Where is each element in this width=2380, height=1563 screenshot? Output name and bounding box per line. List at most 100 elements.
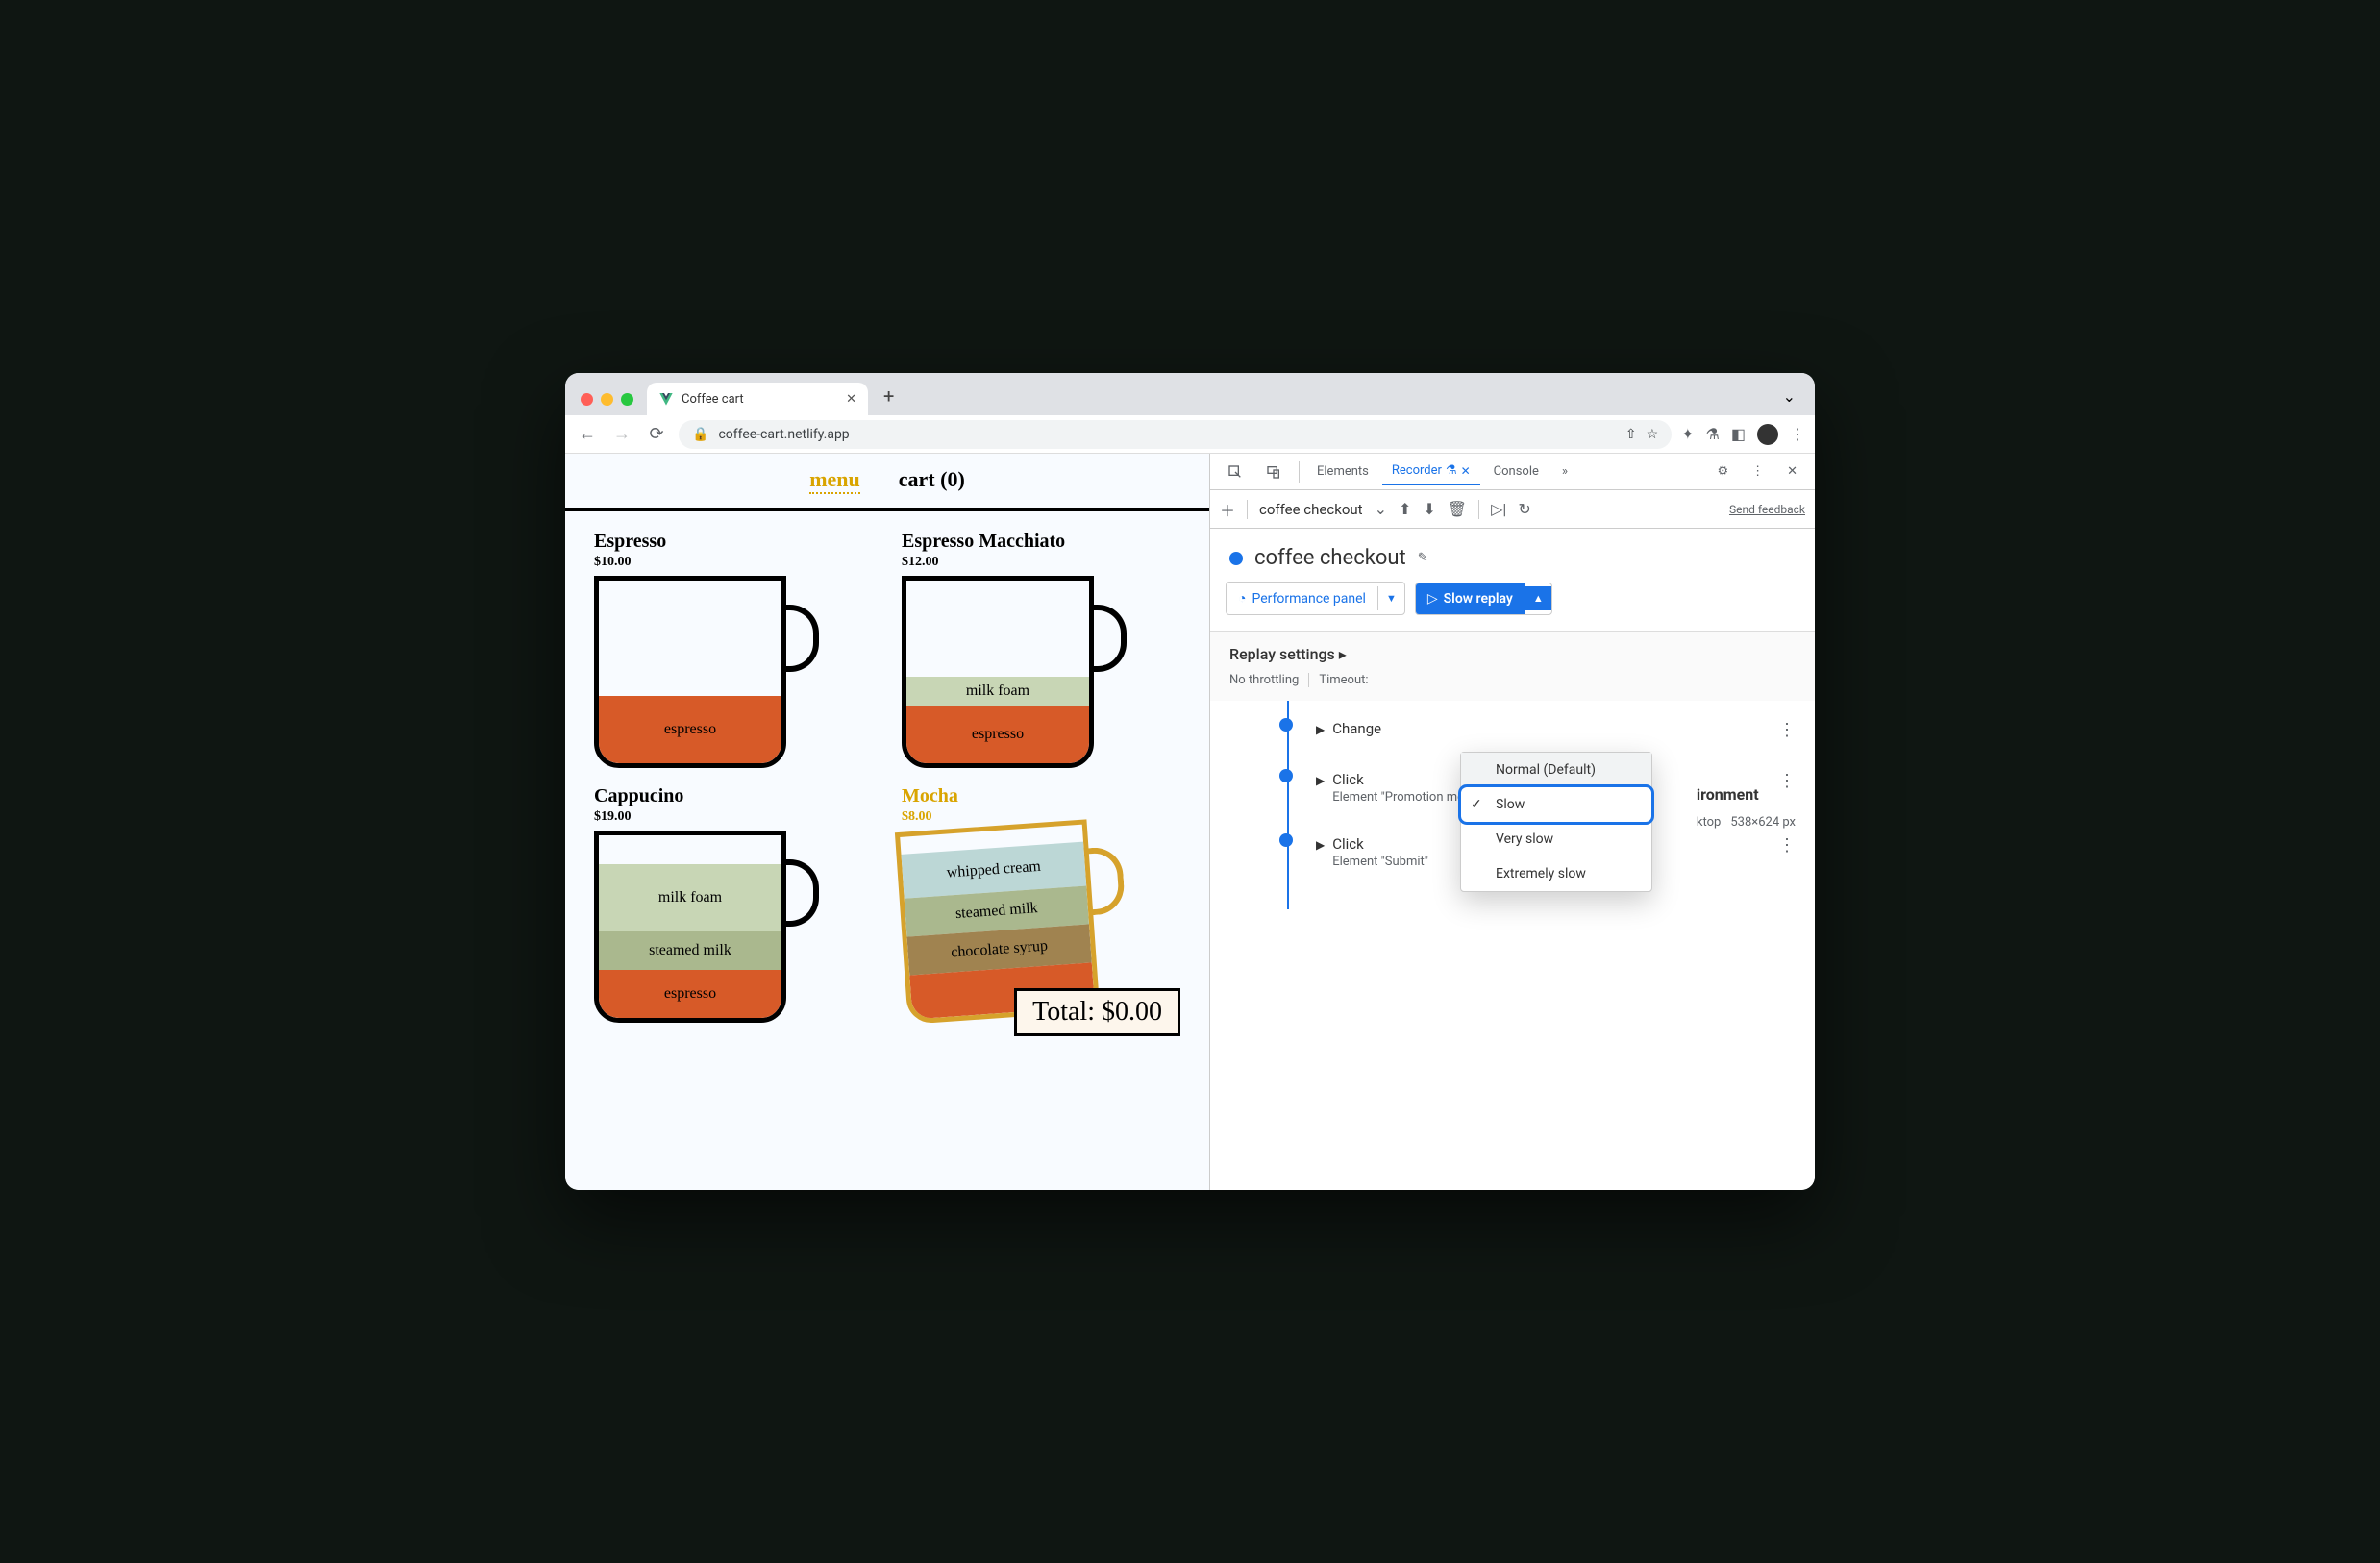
product-mocha[interactable]: Mocha$8.00chocolate syrupsteamed milkwhi… — [902, 785, 1180, 1023]
step-replay-icon[interactable]: ▷| — [1491, 500, 1506, 518]
layer: steamed milk — [599, 931, 781, 970]
layer: espresso — [599, 696, 781, 763]
nav-cart-link[interactable]: cart (0) — [899, 467, 965, 494]
performance-panel-button[interactable]: ◔Performance panel ▼ — [1226, 582, 1405, 615]
tab-console[interactable]: Console — [1484, 459, 1549, 484]
layer: espresso — [599, 970, 781, 1018]
inspect-icon[interactable] — [1218, 459, 1252, 485]
lock-icon: 🔒 — [692, 427, 708, 442]
recording-title: coffee checkout — [1254, 546, 1406, 570]
product-espresso-macchiato[interactable]: Espresso Macchiato$12.00espressomilk foa… — [902, 531, 1180, 768]
share-icon[interactable]: ⇧ — [1625, 427, 1637, 442]
menu-item-slow[interactable]: ✓ Slow — [1461, 787, 1651, 822]
maximize-window-icon[interactable] — [621, 393, 633, 406]
cup-graphic: espressosteamed milkmilk foam — [594, 831, 815, 1023]
minimize-window-icon[interactable] — [601, 393, 613, 406]
window-controls — [575, 393, 639, 415]
action-buttons: ◔Performance panel ▼ ▷Slow replay ▲ — [1210, 582, 1815, 631]
layer: espresso — [906, 706, 1089, 763]
browser-toolbar: ← → ⟳ 🔒 coffee-cart.netlify.app ⇧ ☆ ✦ ⚗ … — [565, 415, 1815, 454]
devtools-tabs: Elements Recorder ⚗ ✕ Console » ⚙ ⋮ ✕ — [1210, 454, 1815, 490]
chevron-right-icon[interactable]: ▸ — [1339, 645, 1347, 663]
step-title: Change — [1332, 720, 1771, 737]
tab-title: Coffee cart — [682, 392, 744, 407]
delete-icon[interactable]: 🗑 — [1448, 500, 1467, 518]
send-feedback-link[interactable]: Send feedback — [1729, 503, 1805, 516]
product-name: Mocha — [902, 785, 1180, 807]
star-icon[interactable]: ☆ — [1647, 427, 1659, 442]
recording-dropdown-icon[interactable]: ⌄ — [1375, 500, 1387, 518]
step-kebab-icon[interactable]: ⋮ — [1778, 720, 1796, 740]
tab-overflow-icon[interactable]: ⌄ — [1773, 378, 1805, 415]
labs-icon[interactable]: ⚗ — [1706, 425, 1720, 443]
recording-select[interactable]: coffee checkout — [1259, 501, 1363, 518]
edit-title-icon[interactable]: ✎ — [1418, 551, 1428, 565]
page-content: menu cart (0) Espresso$10.00espressoEspr… — [565, 454, 1209, 1190]
step-bullet-icon — [1279, 833, 1293, 847]
menu-item-normal[interactable]: Normal (Default) — [1461, 753, 1651, 787]
forward-button[interactable]: → — [609, 424, 634, 444]
perf-dropdown-icon[interactable]: ▼ — [1377, 586, 1404, 610]
record-indicator-icon — [1229, 552, 1243, 565]
more-tabs-icon[interactable]: » — [1552, 459, 1577, 484]
product-price: $19.00 — [594, 809, 873, 825]
import-icon[interactable]: ⬇ — [1423, 500, 1435, 518]
new-recording-button[interactable]: ＋ — [1220, 498, 1235, 521]
back-button[interactable]: ← — [575, 424, 600, 444]
chevron-right-icon[interactable]: ▶ — [1316, 838, 1325, 852]
vue-favicon-icon — [658, 391, 674, 407]
menu-item-extremely-slow[interactable]: Extremely slow — [1461, 856, 1651, 891]
product-cappucino[interactable]: Cappucino $19.00 espressosteamed milkmilk … — [594, 785, 873, 1023]
product-espresso[interactable]: Espresso $10.00 espresso — [594, 531, 873, 768]
devtools-kebab-icon[interactable]: ⋮ — [1742, 459, 1773, 484]
replay-settings: Replay settings ▸ No throttling Timeout: — [1210, 631, 1815, 701]
address-bar[interactable]: 🔒 coffee-cart.netlify.app ⇧ ☆ — [679, 420, 1672, 449]
profile-avatar[interactable] — [1757, 424, 1778, 445]
layer: milk foam — [906, 677, 1089, 706]
browser-tab[interactable]: Coffee cart ✕ — [647, 383, 868, 415]
panel-icon[interactable]: ◧ — [1731, 425, 1746, 443]
step-kebab-icon[interactable]: ⋮ — [1778, 771, 1796, 791]
tab-recorder[interactable]: Recorder ⚗ ✕ — [1382, 458, 1480, 485]
layer: milk foam — [599, 864, 781, 931]
devtools-panel: Elements Recorder ⚗ ✕ Console » ⚙ ⋮ ✕ ＋ … — [1209, 454, 1815, 1190]
settings-gear-icon[interactable]: ⚙ — [1707, 459, 1738, 484]
nav-menu-link[interactable]: menu — [809, 467, 860, 494]
cup-graphic: espressomilk foam — [902, 576, 1123, 768]
chevron-right-icon[interactable]: ▶ — [1316, 774, 1325, 787]
step-kebab-icon[interactable]: ⋮ — [1778, 835, 1796, 856]
reload-button[interactable]: ⟳ — [644, 424, 669, 444]
tab-strip: Coffee cart ✕ + ⌄ — [565, 373, 1815, 415]
device-toggle-icon[interactable] — [1256, 459, 1291, 485]
close-window-icon[interactable] — [581, 393, 593, 406]
product-name: Cappucino — [594, 785, 873, 807]
tab-elements[interactable]: Elements — [1307, 459, 1378, 484]
menu-item-very-slow[interactable]: Very slow — [1461, 822, 1651, 856]
recording-title-area: coffee checkout ✎ — [1210, 529, 1815, 582]
play-icon: ▷ — [1427, 591, 1438, 607]
devtools-close-icon[interactable]: ✕ — [1777, 459, 1807, 484]
product-name: Espresso — [594, 531, 873, 553]
close-tab-icon[interactable]: ✕ — [846, 392, 856, 407]
continue-icon[interactable]: ↻ — [1518, 500, 1530, 518]
product-grid: Espresso$10.00espressoEspresso Macchiato… — [565, 511, 1209, 1042]
step-bullet-icon — [1279, 718, 1293, 732]
replay-speed-menu: Normal (Default) ✓ Slow Very slow Extrem… — [1460, 752, 1652, 892]
replay-dropdown-icon[interactable]: ▲ — [1525, 586, 1551, 610]
extensions-icon[interactable]: ✦ — [1681, 425, 1694, 443]
recorder-toolbar: ＋ coffee checkout ⌄ ⬆ ⬇ 🗑 ▷| ↻ Send feed… — [1210, 490, 1815, 529]
timeout-label: Timeout: — [1308, 673, 1368, 687]
site-nav: menu cart (0) — [565, 454, 1209, 511]
browser-window: Coffee cart ✕ + ⌄ ← → ⟳ 🔒 coffee-cart.ne… — [565, 373, 1815, 1190]
new-tab-button[interactable]: + — [876, 377, 902, 415]
export-icon[interactable]: ⬆ — [1399, 500, 1411, 518]
kebab-menu-icon[interactable]: ⋮ — [1790, 425, 1805, 443]
chevron-right-icon[interactable]: ▶ — [1316, 723, 1325, 736]
total-box[interactable]: Total: $0.00 — [1014, 988, 1180, 1036]
url-text: coffee-cart.netlify.app — [718, 427, 849, 442]
throttling-value[interactable]: No throttling — [1229, 673, 1299, 687]
replay-button[interactable]: ▷Slow replay ▲ — [1415, 583, 1552, 615]
gauge-icon: ◔ — [1238, 590, 1246, 607]
product-price: $12.00 — [902, 555, 1180, 570]
product-price: $10.00 — [594, 555, 873, 570]
